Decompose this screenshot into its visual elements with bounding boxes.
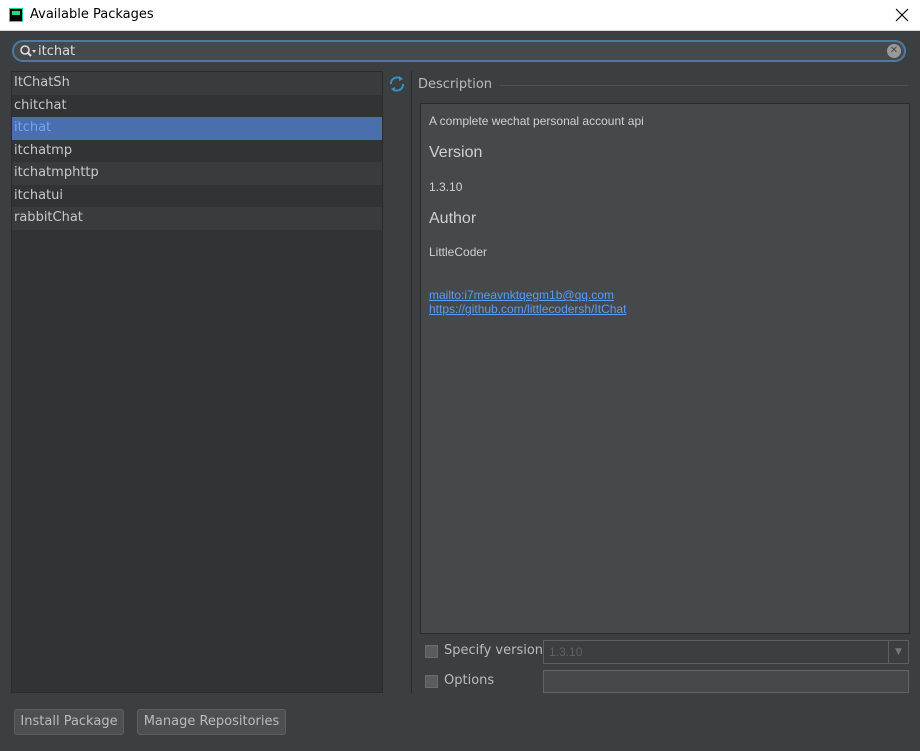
window-title: Available Packages (30, 7, 154, 22)
options-input[interactable] (543, 670, 909, 693)
list-item-itchatsh[interactable]: ItChatSh (12, 72, 382, 95)
description-body: A complete wechat personal account api V… (420, 103, 910, 634)
list-item-itchatmphttp[interactable]: itchatmphttp (12, 162, 382, 185)
options-label: Options (444, 673, 495, 688)
list-item-itchatmp[interactable]: itchatmp (12, 140, 382, 163)
search-box[interactable]: ✕ (12, 40, 906, 62)
email-link[interactable]: mailto:i7meavnktqegm1b@qq.com (429, 288, 614, 302)
description-summary: A complete wechat personal account api (429, 114, 644, 128)
specify-version-checkbox[interactable] (425, 645, 438, 658)
list-item-rabbitchat[interactable]: rabbitChat (12, 207, 382, 230)
manage-repositories-button[interactable]: Manage Repositories (137, 709, 286, 735)
description-legend: Description (418, 77, 501, 92)
reload-icon[interactable] (388, 75, 406, 93)
search-icon[interactable] (19, 44, 37, 58)
clear-search-icon[interactable]: ✕ (887, 44, 901, 58)
options-checkbox[interactable] (425, 675, 438, 688)
description-panel: Description A complete wechat personal a… (418, 71, 910, 636)
pycharm-app-icon (9, 8, 23, 22)
version-heading: Version (429, 144, 483, 161)
list-toolbar (384, 71, 412, 693)
close-icon (895, 8, 909, 22)
close-button[interactable] (892, 5, 912, 25)
version-select[interactable]: 1.3.10 ▼ (543, 640, 909, 664)
package-list[interactable]: ItChatSh chitchat itchat itchatmp itchat… (11, 71, 383, 693)
specify-version-label: Specify version (444, 643, 544, 658)
github-link[interactable]: https://github.com/littlecodersh/ItChat (429, 302, 626, 316)
description-divider (488, 85, 908, 86)
list-item-itchat[interactable]: itchat (12, 117, 382, 140)
install-package-button[interactable]: Install Package (14, 709, 124, 735)
title-bar: Available Packages (0, 0, 920, 31)
list-item-chitchat[interactable]: chitchat (12, 95, 382, 118)
version-select-value: 1.3.10 (549, 645, 583, 659)
list-item-itchatui[interactable]: itchatui (12, 185, 382, 208)
version-value: 1.3.10 (429, 180, 463, 194)
search-input[interactable] (38, 43, 878, 59)
chevron-down-icon[interactable]: ▼ (888, 641, 908, 663)
author-heading: Author (429, 210, 477, 227)
author-value: LittleCoder (429, 245, 488, 259)
